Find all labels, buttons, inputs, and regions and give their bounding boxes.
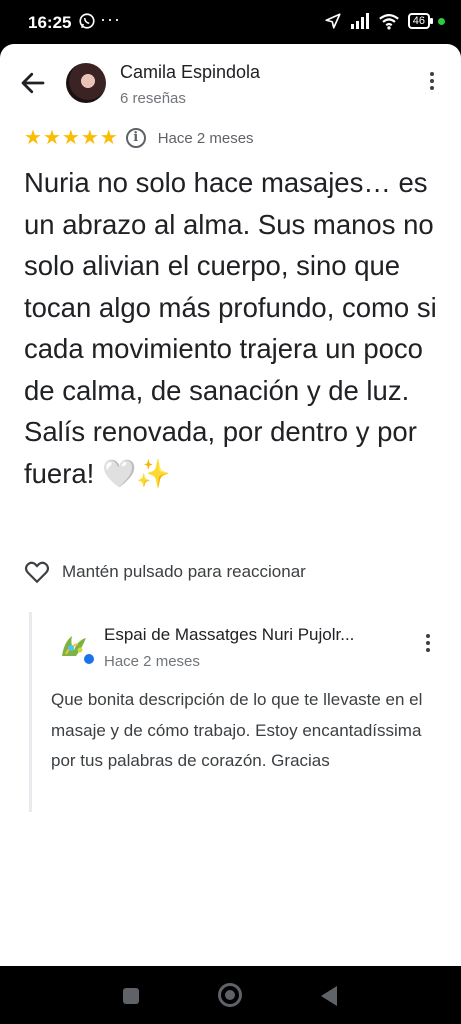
reviewer-avatar[interactable] [66,63,106,103]
star-icon: ★ [61,127,80,149]
battery-icon: 46 [407,13,434,29]
review-text: Nuria no solo hace masajes… es un abrazo… [24,167,437,489]
verified-badge-icon [82,652,96,666]
review-detail-sheet: Camila Espindola 6 reseñas ★ ★ ★ ★ ★ i H… [0,44,461,966]
star-rating: ★ ★ ★ ★ ★ [24,128,118,148]
status-time: 16:25 [28,13,72,32]
home-button[interactable] [218,983,242,1007]
reviewer-name[interactable]: Camila Espindola [120,62,260,83]
privacy-indicator-dot [438,17,445,25]
star-icon: ★ [80,127,99,149]
back-arrow-icon[interactable] [18,68,48,98]
heart-outline-icon [24,561,50,584]
reply-text: Que bonita descripción de lo que te llev… [51,690,423,770]
wifi-icon [378,13,399,30]
owner-name[interactable]: Espai de Massatges Nuri Pujolr... [104,625,404,645]
location-arrow-icon [325,13,341,29]
star-icon: ★ [99,127,118,149]
reply-more-options-icon[interactable] [425,634,431,656]
signal-icon [350,13,369,29]
status-bar: 16:25 ··· 46 [0,0,461,44]
react-button[interactable]: Mantén pulsado para reaccionar [24,560,306,584]
recents-button[interactable] [123,988,139,1004]
more-options-icon[interactable] [429,72,435,94]
star-icon: ★ [42,127,61,149]
info-icon[interactable]: i [125,128,146,148]
react-label: Mantén pulsado para reaccionar [62,562,306,581]
whatsapp-icon [79,13,95,29]
status-icons: 46 [324,12,445,30]
rating-row: ★ ★ ★ ★ ★ i Hace 2 meses [24,128,254,148]
star-icon: ★ [24,127,42,149]
reviewer-review-count: 6 reseñas [120,90,186,107]
reply-date: Hace 2 meses [104,653,200,670]
navigation-bar [0,966,461,1024]
system-back-button[interactable] [321,986,337,1006]
owner-reply: Espai de Massatges Nuri Pujolr... Hace 2… [29,612,449,812]
notification-overflow-icon: ··· [100,9,121,29]
review-date: Hace 2 meses [157,129,254,147]
